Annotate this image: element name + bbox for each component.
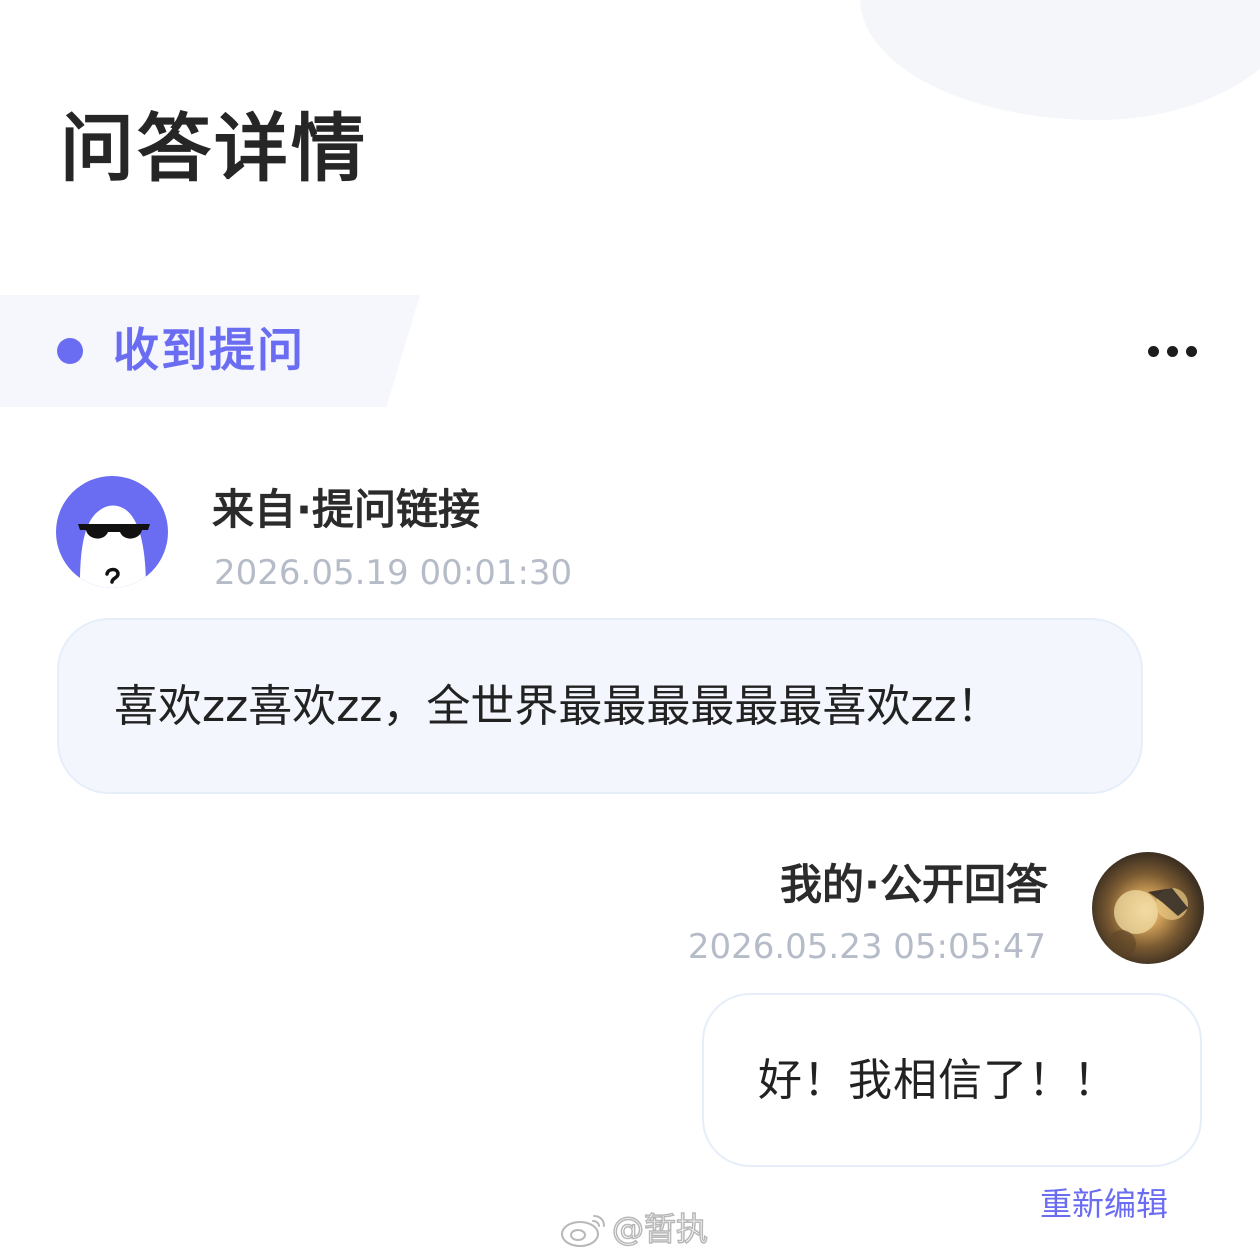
more-dot-icon (1185, 345, 1197, 357)
more-dot-icon (1166, 345, 1178, 357)
question-timestamp: 2026.05.19 00:01:30 (214, 553, 573, 593)
photo-avatar-image (1108, 888, 1188, 958)
page-title: 问答详情 (60, 106, 368, 192)
answer-text: 好！我相信了！！ (758, 1055, 1118, 1106)
answer-timestamp: 2026.05.23 05:05:47 (687, 927, 1046, 967)
asker-avatar (56, 476, 168, 588)
section-label: 收到提问 (113, 323, 305, 377)
re-edit-button[interactable]: 重新编辑 (1040, 1188, 1168, 1220)
watermark: @暂执 (560, 1210, 709, 1248)
question-text: 喜欢zz喜欢zz，全世界最最最最最最喜欢zz！ (114, 681, 1001, 732)
watermark-text: @暂执 (611, 1210, 709, 1248)
section-indicator-dot (57, 338, 83, 364)
my-avatar (1092, 852, 1204, 964)
answer-label: 我的·公开回答 (780, 860, 1048, 909)
more-options-button[interactable] (1140, 333, 1204, 369)
question-source: 来自·提问链接 (212, 485, 480, 534)
sunglasses-ghost-icon (78, 505, 150, 588)
corner-decoration (860, 0, 1260, 120)
weibo-icon (561, 1215, 605, 1247)
more-dot-icon (1147, 345, 1159, 357)
